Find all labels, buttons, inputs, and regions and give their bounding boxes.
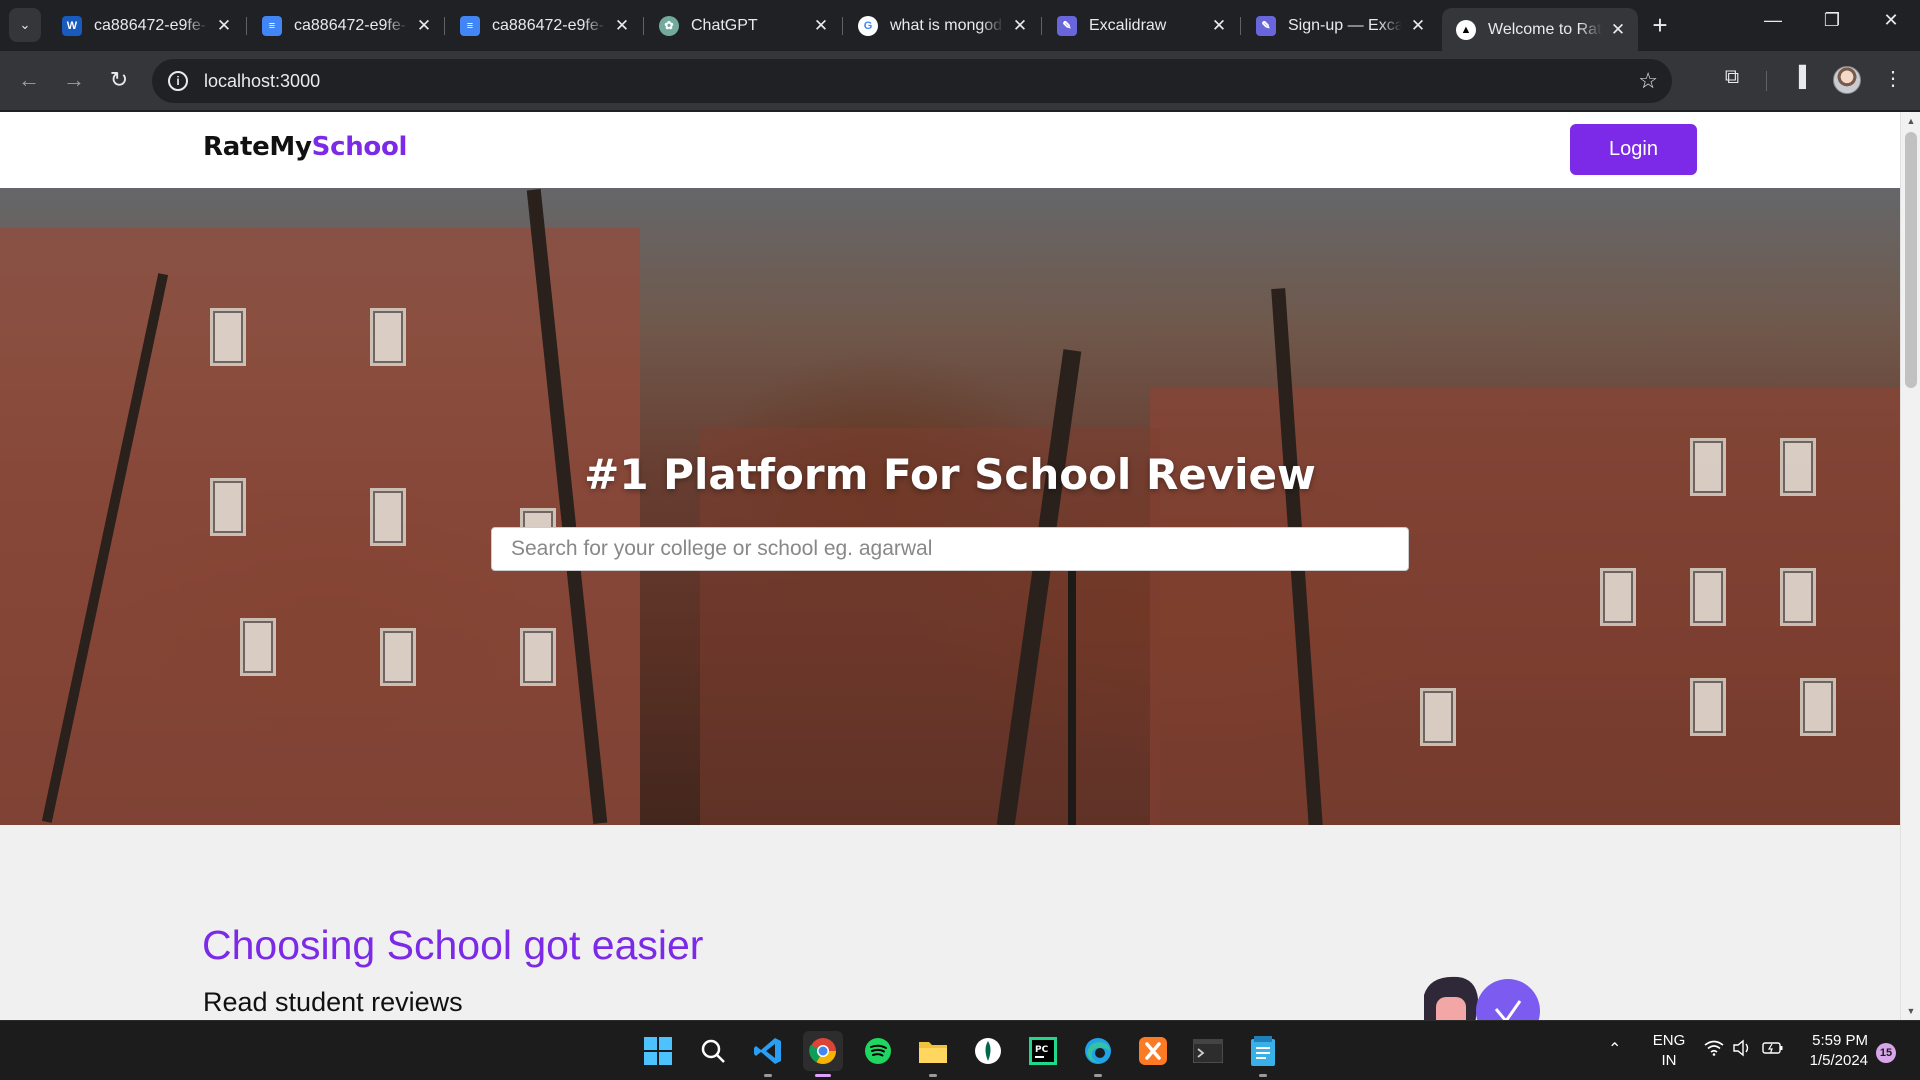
hero-title: #1 Platform For School Review xyxy=(584,450,1316,499)
docs-icon: ≡ xyxy=(262,15,282,36)
chatgpt-icon: ✿ xyxy=(659,15,679,36)
scroll-down-icon[interactable]: ▼ xyxy=(1901,1006,1920,1016)
tab-title: Sign-up — Exca xyxy=(1288,16,1402,34)
tab-excalidraw-signup[interactable]: ✎ Sign-up — Exca ✕ xyxy=(1242,8,1438,43)
spotify-icon[interactable] xyxy=(858,1031,898,1071)
close-icon[interactable]: ✕ xyxy=(1010,16,1030,36)
wifi-icon[interactable] xyxy=(1704,1040,1724,1060)
close-icon[interactable]: ✕ xyxy=(214,16,234,36)
tab-title: ca886472-e9fe- xyxy=(492,16,605,34)
scroll-up-icon[interactable]: ▲ xyxy=(1901,116,1920,126)
tab-title: Excalidraw xyxy=(1089,16,1167,34)
kebab-menu-icon[interactable]: ⋮ xyxy=(1878,66,1908,91)
vscode-icon[interactable] xyxy=(748,1031,788,1077)
address-url[interactable]: localhost:3000 xyxy=(204,71,320,92)
excalidraw-icon: ✎ xyxy=(1256,15,1276,36)
tab-excalidraw[interactable]: ✎ Excalidraw ✕ xyxy=(1043,8,1239,43)
language-text: ENG xyxy=(1652,1032,1686,1049)
side-panel-icon[interactable]: ▐ xyxy=(1784,66,1814,89)
svg-text:PC: PC xyxy=(1035,1045,1049,1055)
tab-docs-1[interactable]: ≡ ca886472-e9fe- ✕ xyxy=(248,8,444,43)
close-icon[interactable]: ✕ xyxy=(1209,16,1229,36)
bookmark-star-icon[interactable]: ☆ xyxy=(1638,68,1658,94)
system-clock[interactable]: 5:59 PM 1/5/2024 xyxy=(1790,1031,1868,1071)
arrow-left-icon: ← xyxy=(18,67,40,92)
excalidraw-icon: ✎ xyxy=(1057,15,1077,36)
search-icon[interactable] xyxy=(693,1031,733,1071)
tab-chatgpt[interactable]: ✿ ChatGPT ✕ xyxy=(645,8,841,43)
chrome-icon[interactable] xyxy=(803,1031,843,1077)
vercel-icon: ▲ xyxy=(1456,19,1476,40)
notepad-icon[interactable] xyxy=(1243,1031,1283,1077)
tab-strip: ⌄ W ca886472-e9fe- ✕ ≡ ca886472-e9fe- ✕ … xyxy=(0,0,1920,51)
chevron-up-icon[interactable]: ⌃ xyxy=(1608,1039,1621,1059)
close-icon[interactable]: ✕ xyxy=(811,16,831,36)
tab-title: Welcome to Rat xyxy=(1488,20,1602,38)
section-heading: Choosing School got easier xyxy=(202,922,704,968)
clock-time: 5:59 PM xyxy=(1812,1032,1868,1049)
tab-title: ca886472-e9fe- xyxy=(94,16,207,34)
tab-docs-2[interactable]: ≡ ca886472-e9fe- ✕ xyxy=(446,8,642,43)
section-subheading: Read student reviews xyxy=(203,987,463,1017)
new-tab-button[interactable]: + xyxy=(1645,12,1675,38)
tab-google-search[interactable]: G what is mongod ✕ xyxy=(844,8,1040,43)
file-explorer-icon[interactable] xyxy=(913,1031,953,1077)
word-icon: W xyxy=(62,15,82,36)
browser-toolbar: ← → ↻ i localhost:3000 ☆ ⧉ ▐ ⋮ xyxy=(0,51,1920,111)
notification-badge[interactable]: 15 xyxy=(1876,1043,1896,1063)
scrollbar-thumb[interactable] xyxy=(1905,132,1917,388)
clock-date: 1/5/2024 xyxy=(1809,1052,1868,1069)
reload-icon: ↻ xyxy=(109,67,129,92)
site-logo[interactable]: RateMySchool xyxy=(203,132,407,162)
tab-title: ChatGPT xyxy=(691,16,758,34)
features-section: Choosing School got easier Read student … xyxy=(0,825,1900,1020)
chevron-down-icon: ⌄ xyxy=(19,17,31,32)
back-button[interactable]: ← xyxy=(14,65,44,95)
tab-ratemyschool-active[interactable]: ▲ Welcome to Rat ✕ xyxy=(1442,8,1638,51)
site-info-icon[interactable]: i xyxy=(168,71,188,91)
login-button[interactable]: Login xyxy=(1570,124,1697,175)
page-scrollbar[interactable]: ▲ ▼ xyxy=(1900,112,1920,1020)
windows-start-icon[interactable] xyxy=(638,1031,678,1071)
school-search-input[interactable] xyxy=(491,527,1409,571)
mongodb-compass-icon[interactable] xyxy=(968,1031,1008,1071)
site-header: RateMySchool Login xyxy=(0,112,1900,188)
close-icon[interactable]: ✕ xyxy=(612,16,632,36)
forward-button[interactable]: → xyxy=(59,65,89,95)
restore-button[interactable]: ❐ xyxy=(1812,10,1852,31)
edge-icon[interactable] xyxy=(1078,1031,1118,1077)
terminal-icon[interactable] xyxy=(1188,1031,1228,1071)
region-text: IN xyxy=(1661,1052,1677,1069)
close-icon[interactable]: ✕ xyxy=(1608,20,1628,40)
language-indicator[interactable]: ENG IN xyxy=(1651,1031,1687,1071)
close-icon[interactable]: ✕ xyxy=(414,16,434,36)
reload-button[interactable]: ↻ xyxy=(104,65,134,95)
logo-text-accent: School xyxy=(311,132,408,162)
review-illustration-icon xyxy=(1424,976,1540,1020)
close-icon[interactable]: ✕ xyxy=(1408,16,1428,36)
tab-word-doc[interactable]: W ca886472-e9fe- ✕ xyxy=(48,8,244,43)
docs-icon: ≡ xyxy=(460,15,480,36)
hero-banner: #1 Platform For School Review xyxy=(0,188,1900,825)
window-close-button[interactable]: ✕ xyxy=(1871,10,1911,31)
logo-text: RateMy xyxy=(203,132,312,162)
volume-icon[interactable] xyxy=(1732,1039,1752,1061)
pycharm-icon[interactable]: PC xyxy=(1023,1031,1063,1071)
tab-title: what is mongod xyxy=(890,16,1003,34)
arrow-right-icon: → xyxy=(63,67,85,92)
page-viewport: RateMySchool Login #1 Platform For Schoo… xyxy=(0,112,1920,1020)
tab-title: ca886472-e9fe- xyxy=(294,16,407,34)
google-icon: G xyxy=(858,15,878,36)
tab-search-button[interactable]: ⌄ xyxy=(9,8,41,42)
xampp-icon[interactable] xyxy=(1133,1031,1173,1071)
windows-taskbar: PC ⌃ ENG IN 5:59 PM 1/5/2024 15 xyxy=(0,1020,1920,1080)
profile-avatar[interactable] xyxy=(1833,66,1861,94)
battery-icon[interactable] xyxy=(1762,1041,1784,1059)
minimize-button[interactable]: — xyxy=(1753,10,1793,31)
extensions-icon[interactable]: ⧉ xyxy=(1717,66,1747,89)
address-bar[interactable]: i localhost:3000 ☆ xyxy=(152,59,1672,103)
